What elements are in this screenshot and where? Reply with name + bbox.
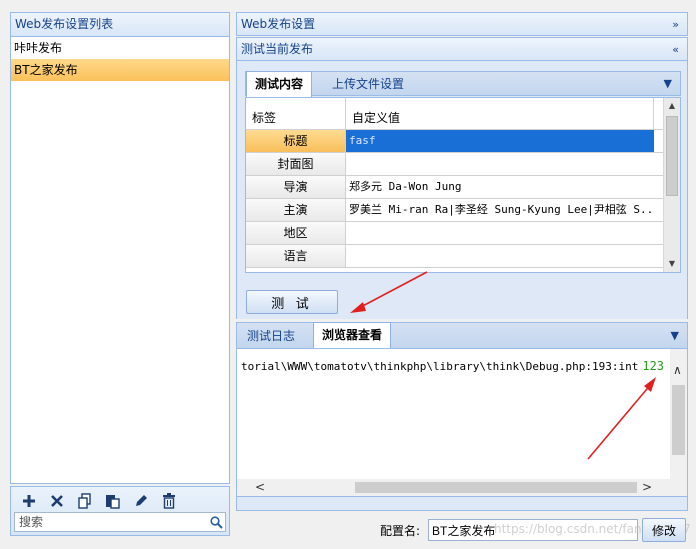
column-header-label[interactable]: 标签 bbox=[246, 98, 346, 130]
table-row[interactable]: 导演 郑多元 Da-Won Jung bbox=[246, 176, 680, 199]
row-label: 导演 bbox=[246, 176, 346, 198]
tab-label: 浏览器查看 bbox=[322, 328, 383, 342]
config-name-input[interactable] bbox=[428, 519, 638, 541]
grid-header: 标签 自定义值 bbox=[246, 98, 680, 130]
debug-output: torial\WWW\tomatotv\thinkphp\library\thi… bbox=[241, 359, 664, 373]
search-box bbox=[14, 512, 226, 532]
browser-view-pane[interactable]: torial\WWW\tomatotv\thinkphp\library\thi… bbox=[236, 349, 688, 497]
scroll-up-icon[interactable]: ▲ bbox=[664, 98, 680, 114]
tab-test-log[interactable]: 测试日志 bbox=[239, 324, 303, 348]
collapse-icon[interactable]: « bbox=[672, 38, 679, 61]
copy-icon[interactable] bbox=[71, 491, 99, 511]
table-row[interactable]: 标题 fasf bbox=[246, 130, 680, 153]
tab-label: 上传文件设置 bbox=[332, 77, 405, 91]
config-name-label: 配置名: bbox=[380, 524, 421, 538]
panel-title: Web发布设置 bbox=[241, 17, 316, 31]
browser-panel-footer bbox=[236, 497, 688, 511]
row-value[interactable]: 郑多元 Da-Won Jung bbox=[346, 176, 654, 198]
grid-vertical-scrollbar[interactable]: ▲ ▼ bbox=[663, 98, 680, 272]
table-row[interactable]: 主演 罗美兰 Mi-ran Ra|李圣经 Sung-Kyung Lee|尹相弦 … bbox=[246, 199, 680, 222]
list-item-bt-home[interactable]: BT之家发布 bbox=[11, 59, 229, 81]
tab-menu-arrow-icon[interactable]: ▼ bbox=[664, 77, 672, 90]
search-icon[interactable] bbox=[207, 515, 225, 529]
edit-icon[interactable] bbox=[127, 491, 155, 511]
row-label: 封面图 bbox=[246, 153, 346, 175]
list-toolbar bbox=[10, 486, 230, 536]
scroll-thumb[interactable] bbox=[666, 116, 678, 196]
debug-int-value: 123 bbox=[642, 359, 665, 373]
modify-button[interactable]: 修改 bbox=[642, 518, 686, 542]
row-label: 语言 bbox=[246, 245, 346, 267]
trash-icon[interactable] bbox=[155, 491, 183, 511]
search-input[interactable] bbox=[15, 513, 207, 531]
test-tab-strip: 测试内容 上传文件设置 ▼ bbox=[245, 71, 681, 97]
tab-upload-file-settings[interactable]: 上传文件设置 bbox=[324, 72, 412, 96]
table-row[interactable]: 地区 bbox=[246, 222, 680, 245]
chevron-left-icon[interactable]: < bbox=[255, 480, 265, 494]
list-item-kaka[interactable]: 咔咔发布 bbox=[11, 37, 229, 59]
test-current-publish-panel-header[interactable]: 测试当前发布 « bbox=[236, 37, 688, 61]
publish-settings-list-panel: Web发布设置列表 咔咔发布 BT之家发布 bbox=[10, 12, 230, 484]
browser-vertical-scrollbar[interactable]: ∧ bbox=[670, 349, 687, 479]
row-value[interactable] bbox=[346, 245, 654, 267]
browser-horizontal-scrollbar[interactable]: < > bbox=[237, 479, 687, 496]
test-current-publish-body: 测试内容 上传文件设置 ▼ 标签 自定义值 标题 fasf 封面图 导演 郑多元… bbox=[236, 61, 688, 319]
list-item-label: 咔咔发布 bbox=[14, 41, 63, 55]
row-value[interactable]: 罗美兰 Mi-ran Ra|李圣经 Sung-Kyung Lee|尹相弦 S..… bbox=[346, 199, 654, 221]
field-grid: 标签 自定义值 标题 fasf 封面图 导演 郑多元 Da-Won Jung 主… bbox=[245, 97, 681, 273]
output-tab-strip: 测试日志 浏览器查看 ▼ bbox=[236, 322, 688, 349]
row-value[interactable] bbox=[346, 153, 654, 175]
tab-label: 测试日志 bbox=[247, 329, 296, 343]
debug-path-text: torial\WWW\tomatotv\thinkphp\library\thi… bbox=[241, 360, 639, 373]
panel-title: 测试当前发布 bbox=[241, 42, 314, 56]
scroll-thumb[interactable] bbox=[355, 482, 637, 493]
expand-icon[interactable]: » bbox=[672, 13, 679, 36]
row-label: 地区 bbox=[246, 222, 346, 244]
row-label: 主演 bbox=[246, 199, 346, 221]
list-item-label: BT之家发布 bbox=[14, 63, 78, 77]
test-button[interactable]: 测 试 bbox=[246, 290, 338, 314]
column-header-custom-value[interactable]: 自定义值 bbox=[346, 98, 654, 130]
web-publish-settings-panel-header[interactable]: Web发布设置 » bbox=[236, 12, 688, 36]
tab-test-content[interactable]: 测试内容 bbox=[246, 71, 313, 97]
chevron-up-icon[interactable]: ∧ bbox=[673, 363, 682, 377]
paste-icon[interactable] bbox=[99, 491, 127, 511]
tab-menu-arrow-icon[interactable]: ▼ bbox=[671, 329, 679, 342]
row-label: 标题 bbox=[246, 130, 346, 152]
add-icon[interactable] bbox=[15, 491, 43, 511]
table-row[interactable]: 封面图 bbox=[246, 153, 680, 176]
publish-settings-list-title: Web发布设置列表 bbox=[11, 13, 229, 37]
chevron-right-icon[interactable]: > bbox=[642, 480, 652, 494]
row-value[interactable]: fasf bbox=[346, 130, 654, 152]
scroll-thumb[interactable] bbox=[672, 385, 685, 455]
scroll-down-icon[interactable]: ▼ bbox=[664, 256, 680, 272]
tab-browser-view[interactable]: 浏览器查看 bbox=[313, 322, 392, 348]
table-row[interactable]: 语言 bbox=[246, 245, 680, 268]
delete-icon[interactable] bbox=[43, 491, 71, 511]
row-value[interactable] bbox=[346, 222, 654, 244]
tab-label: 测试内容 bbox=[255, 77, 304, 91]
